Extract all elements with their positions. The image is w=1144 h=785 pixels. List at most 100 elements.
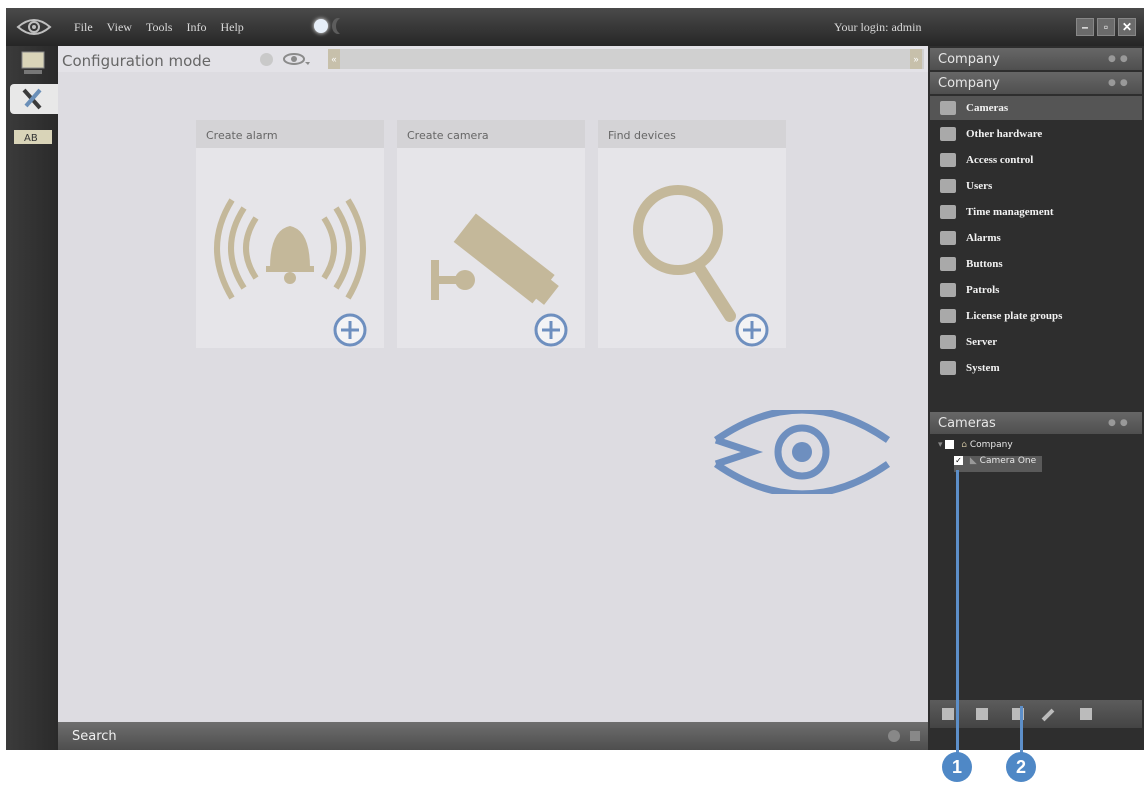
collapse-left-icon[interactable]: «: [328, 49, 340, 69]
camera-tree: ▾ ⌂ Company ✓ ◣ Camera One: [930, 436, 1142, 736]
close-icon[interactable]: ✕: [1118, 18, 1136, 36]
tile-title: Find devices: [598, 120, 786, 148]
nav-item-access-control[interactable]: Access control: [930, 148, 1142, 172]
menu-bar: File View Tools Info Help: [74, 20, 244, 35]
nav-item-patrols[interactable]: Patrols: [930, 278, 1142, 302]
panel-header-company: Company ●●: [930, 48, 1142, 70]
app-logo-icon: [16, 19, 52, 35]
create-alarm-tile[interactable]: Create alarm: [196, 120, 384, 348]
tree-node-company[interactable]: ▾ ⌂ Company: [938, 440, 1013, 456]
gears-icon: [940, 361, 956, 375]
nav-item-label: Users: [966, 180, 993, 192]
alarm-icon: [940, 231, 956, 245]
nav-item-label: Other hardware: [966, 128, 1043, 140]
mode-sidebar: AB: [6, 46, 58, 750]
main-header: Configuration mode « »: [58, 46, 928, 72]
moon-icon[interactable]: [336, 18, 348, 34]
configuration-mode-icon[interactable]: [10, 84, 58, 114]
magnifier-icon: [633, 185, 769, 347]
maximize-icon[interactable]: ▫: [1097, 18, 1115, 36]
home-icon: ⌂: [961, 440, 967, 450]
page-title: Configuration mode: [62, 52, 212, 70]
text-mode-icon[interactable]: AB: [10, 126, 54, 156]
alarm-bell-icon: [214, 198, 367, 347]
monitoring-mode-icon[interactable]: [10, 50, 54, 80]
expand-icon[interactable]: [910, 731, 920, 741]
category-list: Cameras Other hardware Access control Us…: [930, 96, 1142, 400]
help-icon[interactable]: [888, 730, 900, 742]
sun-icon[interactable]: [314, 19, 328, 33]
camera-icon: [940, 101, 956, 115]
nav-item-label: Server: [966, 336, 998, 348]
menu-info[interactable]: Info: [186, 20, 206, 35]
tree-node-camera-one[interactable]: ✓ ◣ Camera One: [954, 456, 1043, 472]
nav-item-label: Alarms: [966, 232, 1001, 244]
menu-help[interactable]: Help: [220, 20, 243, 35]
nav-item-label: Access control: [966, 154, 1034, 166]
nav-item-label: Cameras: [966, 102, 1009, 114]
tree-node-label: Company: [969, 440, 1013, 450]
nav-item-buttons[interactable]: Buttons: [930, 252, 1142, 276]
checkbox[interactable]: [945, 440, 955, 449]
nav-item-label: Time management: [966, 206, 1054, 218]
tree-toolbar: [930, 700, 1142, 728]
create-camera-tile[interactable]: Create camera: [397, 120, 585, 348]
nav-item-label: License plate groups: [966, 310, 1063, 322]
clock-icon: [940, 205, 956, 219]
nav-item-label: Patrols: [966, 284, 1000, 296]
nav-item-server[interactable]: Server: [930, 330, 1142, 354]
add-camera-icon[interactable]: [976, 708, 988, 720]
nav-item-users[interactable]: Users: [930, 174, 1142, 198]
search-bar[interactable]: Search: [58, 722, 928, 750]
panel-controls-icon[interactable]: ●●: [1108, 78, 1134, 88]
panel-title: Cameras: [938, 416, 996, 431]
panel-title: Company: [938, 76, 1000, 91]
security-camera-icon: [431, 213, 568, 347]
button-icon: [940, 257, 956, 271]
server-icon: [940, 335, 956, 349]
checkbox-checked[interactable]: ✓: [954, 456, 963, 465]
window-controls: – ▫ ✕: [1076, 18, 1136, 36]
edit-icon[interactable]: [1041, 708, 1055, 722]
patrol-icon: [940, 283, 956, 297]
nav-item-label: Buttons: [966, 258, 1003, 270]
workspace: Create alarm Create camera Find devices: [58, 72, 928, 722]
nav-item-other-hardware[interactable]: Other hardware: [930, 122, 1142, 146]
license-plate-icon: [940, 309, 956, 323]
help-icon[interactable]: [260, 53, 273, 66]
delete-icon[interactable]: [1080, 708, 1092, 720]
access-control-icon: [940, 153, 956, 167]
watermark-eye-icon: [713, 410, 891, 494]
hardware-icon: [940, 127, 956, 141]
nav-item-system[interactable]: System: [930, 356, 1142, 380]
camera-icon: ◣: [969, 456, 977, 466]
search-label: Search: [72, 729, 117, 744]
callout-line-1: [956, 470, 959, 760]
nav-item-license-plate-groups[interactable]: License plate groups: [930, 304, 1142, 328]
nav-item-alarms[interactable]: Alarms: [930, 226, 1142, 250]
nav-item-time-management[interactable]: Time management: [930, 200, 1142, 224]
menu-tools[interactable]: Tools: [146, 20, 173, 35]
view-eye-icon[interactable]: [282, 52, 310, 66]
panel-controls-icon[interactable]: ●●: [1108, 418, 1134, 428]
collapse-right-icon[interactable]: »: [910, 49, 922, 69]
panel-title: Company: [938, 52, 1000, 67]
title-bar: File View Tools Info Help Your login: ad…: [6, 8, 1144, 46]
user-icon: [940, 179, 956, 193]
right-panel: Company ●● Company ●● Cameras Other hard…: [928, 46, 1144, 750]
tile-title: Create alarm: [196, 120, 384, 148]
menu-file[interactable]: File: [74, 20, 93, 35]
expand-arrow-icon[interactable]: ▾: [938, 440, 945, 450]
login-status: Your login: admin: [834, 20, 922, 34]
add-folder-icon[interactable]: [942, 708, 954, 720]
tile-title: Create camera: [397, 120, 585, 148]
panel-controls-icon[interactable]: ●●: [1108, 54, 1134, 64]
menu-view[interactable]: View: [107, 20, 132, 35]
panel-header-company-tree: Company ●●: [930, 72, 1142, 94]
svg-text:AB: AB: [24, 133, 38, 144]
tree-node-label: Camera One: [979, 456, 1037, 466]
nav-item-label: System: [966, 362, 1000, 374]
find-devices-tile[interactable]: Find devices: [598, 120, 786, 348]
nav-item-cameras[interactable]: Cameras: [930, 96, 1142, 120]
minimize-icon[interactable]: –: [1076, 18, 1094, 36]
